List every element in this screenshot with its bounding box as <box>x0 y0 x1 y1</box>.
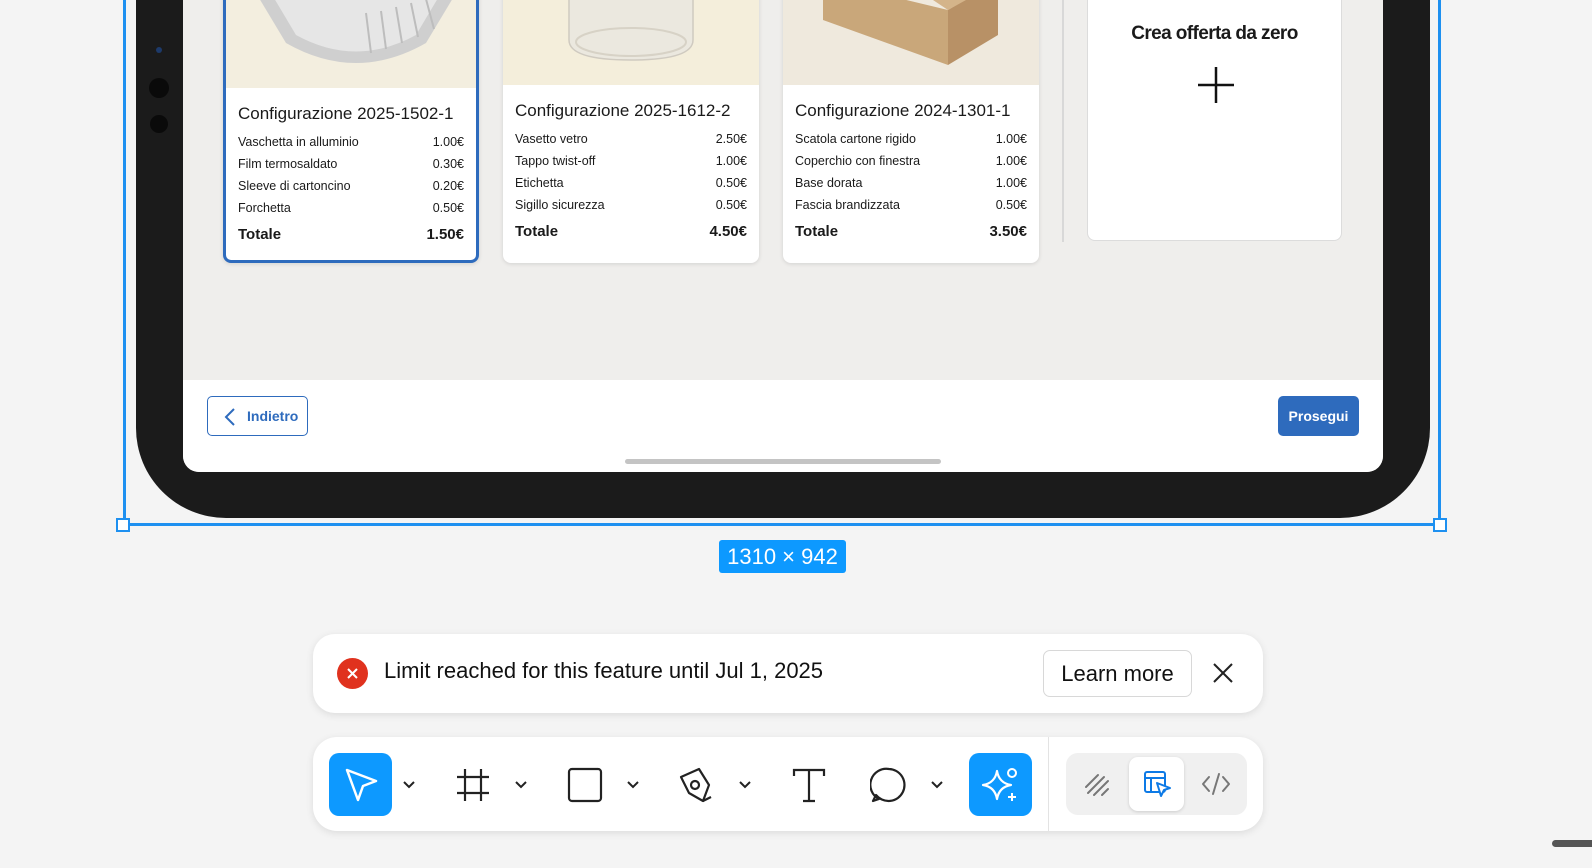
text-icon <box>792 768 825 802</box>
rectangle-icon <box>567 767 602 802</box>
comment-icon <box>869 767 906 802</box>
design-toolbar <box>313 737 1263 831</box>
ai-actions-tool-button[interactable] <box>969 753 1032 816</box>
comment-tool-button[interactable] <box>857 753 920 816</box>
rectangle-tool-button[interactable] <box>553 753 616 816</box>
selection-frame <box>123 0 1441 526</box>
frame-tool-button[interactable] <box>441 753 504 816</box>
frame-icon <box>456 768 489 801</box>
chevron-down-icon[interactable] <box>625 777 641 793</box>
draw-icon <box>1084 774 1109 796</box>
chevron-down-icon[interactable] <box>929 777 945 793</box>
toolbar-separator <box>1048 737 1049 831</box>
design-mode-icon <box>1143 771 1171 797</box>
learn-more-button[interactable]: Learn more <box>1043 650 1192 697</box>
chevron-down-icon[interactable] <box>401 777 417 793</box>
resize-handle-bottom-right[interactable] <box>1433 518 1447 532</box>
frame-dimensions-badge: 1310 × 942 <box>719 540 846 573</box>
code-icon <box>1201 773 1230 795</box>
move-tool-button[interactable] <box>329 753 392 816</box>
pen-tool-button[interactable] <box>665 753 728 816</box>
pen-icon <box>679 767 711 802</box>
design-mode-button[interactable] <box>1129 757 1184 811</box>
resize-handle-bottom-left[interactable] <box>116 518 130 532</box>
dev-mode-button[interactable] <box>1188 757 1243 811</box>
panel-edge-handle[interactable] <box>1552 840 1592 847</box>
cursor-icon <box>345 768 377 801</box>
close-icon[interactable] <box>1208 658 1238 688</box>
sparkle-icon <box>981 767 1017 801</box>
chevron-down-icon[interactable] <box>737 777 753 793</box>
draw-mode-button[interactable] <box>1069 757 1124 811</box>
toast-message: Limit reached for this feature until Jul… <box>384 658 824 683</box>
error-icon <box>337 658 368 689</box>
chevron-down-icon[interactable] <box>513 777 529 793</box>
text-tool-button[interactable] <box>777 753 840 816</box>
limit-toast: Limit reached for this feature until Jul… <box>313 634 1263 713</box>
mode-switcher <box>1066 753 1247 815</box>
